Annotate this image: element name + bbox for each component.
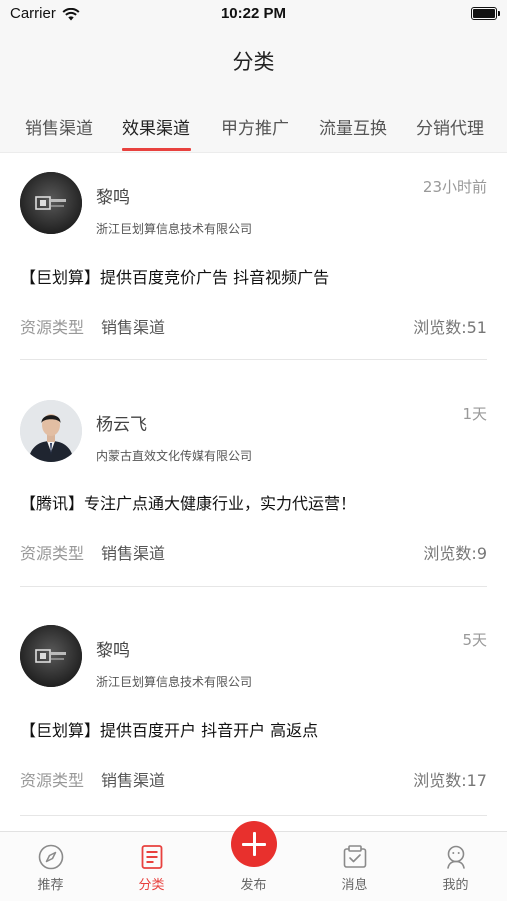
logo-avatar[interactable] (20, 625, 82, 687)
active-tab-indicator (122, 148, 191, 151)
tab-advertiser-promotion[interactable]: 甲方推广 (221, 114, 289, 139)
navigation-bar: 分类 (0, 30, 507, 94)
tab-sales-channel[interactable]: 销售渠道 (25, 114, 93, 139)
divider (20, 815, 487, 816)
author-name: 黎鸣 (96, 641, 130, 661)
tab-bar-label: 推荐 (37, 878, 64, 893)
post-feed[interactable]: 黎鸣 浙江巨划算信息技术有限公司 23小时前 【巨划算】提供百度竞价广告 抖音视… (0, 153, 507, 831)
post-card[interactable]: 黎鸣 浙江巨划算信息技术有限公司 5天 【巨划算】提供百度开户 抖音开户 高返点… (0, 606, 507, 816)
person-avatar[interactable] (20, 400, 82, 462)
resource-type-label: 资源类型 (20, 771, 85, 790)
document-icon (138, 843, 166, 871)
post-time: 1天 (462, 405, 487, 423)
logo-avatar[interactable] (20, 172, 82, 234)
author-name: 黎鸣 (96, 188, 130, 208)
post-card[interactable]: 杨云飞 内蒙古直效文化传媒有限公司 1天 【腾讯】专注广点通大健康行业，实力代运… (0, 379, 507, 587)
resource-type-value: 销售渠道 (101, 318, 166, 337)
profile-icon (442, 843, 470, 871)
post-title: 【巨划算】提供百度开户 抖音开户 高返点 (20, 721, 319, 740)
message-check-icon (341, 843, 369, 871)
tab-bar-label: 消息 (341, 878, 368, 893)
clock: 10:22 PM (220, 5, 287, 22)
tab-performance-channel[interactable]: 效果渠道 (122, 114, 190, 139)
resource-type-label: 资源类型 (20, 544, 85, 563)
category-tabs: 销售渠道 效果渠道 甲方推广 流量互换 分销代理 (0, 94, 507, 153)
company-name: 浙江巨划算信息技术有限公司 (96, 222, 253, 236)
tab-traffic-exchange[interactable]: 流量互换 (319, 114, 387, 139)
post-title: 【腾讯】专注广点通大健康行业，实力代运营！ (20, 494, 357, 513)
tab-bar-messages[interactable]: 消息 (304, 832, 405, 901)
post-title: 【巨划算】提供百度竞价广告 抖音视频广告 (20, 268, 330, 287)
tab-distribution-agent[interactable]: 分销代理 (416, 114, 484, 139)
tab-bar-label: 我的 (442, 878, 469, 893)
divider (20, 359, 487, 360)
tab-bar-label: 发布 (240, 878, 267, 893)
compass-icon (37, 843, 65, 871)
post-card[interactable]: 黎鸣 浙江巨划算信息技术有限公司 23小时前 【巨划算】提供百度竞价广告 抖音视… (0, 153, 507, 360)
divider (20, 586, 487, 587)
view-count: 浏览数:9 (423, 544, 487, 563)
tab-bar-label: 分类 (138, 878, 165, 893)
company-name: 内蒙古直效文化传媒有限公司 (96, 449, 253, 463)
view-count: 浏览数:51 (413, 318, 487, 337)
post-time: 23小时前 (422, 178, 487, 196)
resource-type-label: 资源类型 (20, 318, 85, 337)
publish-plus-button[interactable] (231, 821, 277, 867)
battery-icon (471, 7, 500, 20)
resource-type-value: 销售渠道 (101, 771, 166, 790)
tab-bar-recommend[interactable]: 推荐 (0, 832, 101, 901)
company-name: 浙江巨划算信息技术有限公司 (96, 675, 253, 689)
tab-bar-profile[interactable]: 我的 (405, 832, 506, 901)
page-title: 分类 (232, 50, 275, 74)
status-bar: Carrier 10:22 PM (0, 0, 507, 30)
post-time: 5天 (462, 631, 487, 649)
tab-bar-category[interactable]: 分类 (101, 832, 202, 901)
view-count: 浏览数:17 (413, 771, 487, 790)
resource-type-value: 销售渠道 (101, 544, 166, 563)
author-name: 杨云飞 (96, 415, 147, 435)
